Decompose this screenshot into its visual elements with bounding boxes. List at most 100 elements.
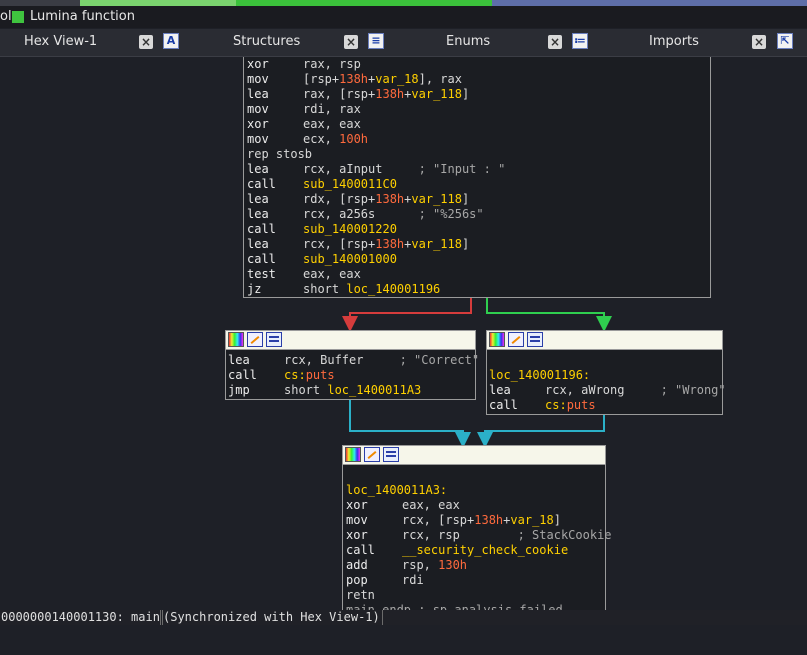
asm-line[interactable]: mov ecx, 100h [247,132,505,147]
edge-jump-correct [349,399,471,448]
asm-line[interactable]: rep stosb [247,147,505,162]
edge-true [486,298,612,332]
wrong-block[interactable]: loc_140001196: lea rcx, aWrong ; "Wrong" ca… [486,330,726,415]
operand: 138h [474,513,504,527]
asm-line[interactable]: lea rcx, aWrong ; "Wrong" [489,383,726,398]
mnemonic: lea [247,207,269,221]
operand: short [284,383,328,397]
asm-line[interactable]: test eax, eax [247,267,505,282]
asm-line[interactable]: add rsp, 130h [346,558,612,573]
operand: ] [461,237,470,251]
color-icon[interactable] [228,332,244,347]
asm-line[interactable]: xor rcx, rsp ; StackCookie [346,528,612,543]
status-bar: 0000000140001130: main (Synchronized wit… [0,610,807,625]
graph-icon[interactable] [383,447,399,462]
graph-icon[interactable] [266,332,282,347]
hex-view-icon[interactable]: A [163,33,179,49]
close-icon[interactable]: × [548,35,562,49]
color-icon[interactable] [345,447,361,462]
operand: puts [566,398,596,412]
correct-block[interactable]: lea rcx, Buffer ; "Correct" call cs:puts jmp… [225,330,479,400]
mnemonic: mov [247,132,269,146]
end-block-code: loc_1400011A3: xor eax, eax mov rcx, [rsp+13… [346,468,612,610]
operand: loc_1400011A3: [346,483,448,497]
end-block[interactable]: loc_1400011A3: xor eax, eax mov rcx, [rsp+13… [342,445,612,610]
asm-line[interactable]: call sub_140001000 [247,252,505,267]
structures-icon[interactable]: ≡ [368,33,384,49]
mnemonic: lea [247,87,269,101]
asm-line[interactable]: mov [rsp+138h+var_18], rax [247,72,505,87]
comment: ; "Correct" [399,353,480,367]
asm-line[interactable]: main endp ; sp-analysis failed [346,603,612,610]
rename-icon[interactable] [247,332,263,347]
rename-icon[interactable] [364,447,380,462]
close-icon[interactable]: × [139,35,153,49]
lumina-label: Lumina function [30,9,135,24]
asm-line[interactable]: xor eax, eax [247,117,505,132]
asm-line[interactable]: lea rax, [rsp+138h+var_118] [247,87,505,102]
asm-line[interactable]: xor eax, eax [346,498,612,513]
asm-line[interactable]: retn [346,588,612,603]
asm-line[interactable]: call __security_check_cookie [346,543,612,558]
comment: ; StackCookie [517,528,612,542]
operand: 138h [375,192,405,206]
operand: 138h [375,237,405,251]
enums-icon[interactable]: ≔ [572,33,588,49]
mnemonic: call [489,398,518,412]
mnemonic: lea [247,162,269,176]
edge-fall-wrong [477,414,605,448]
asm-line[interactable]: pop rdi [346,573,612,588]
tab-hex-view[interactable]: Hex View-1 [24,29,97,56]
operand: loc_140001196 [346,282,441,296]
asm-line[interactable]: call sub_140001220 [247,222,505,237]
asm-line[interactable]: call cs:puts [228,368,479,383]
rename-icon[interactable] [508,332,524,347]
asm-line[interactable]: loc_140001196: [489,368,726,383]
asm-line[interactable]: call sub_1400011C0 [247,177,505,192]
tab-imports[interactable]: Imports [649,29,699,56]
tab-label: Enums [446,34,491,49]
asm-line[interactable]: mov rcx, [rsp+138h+var_18] [346,513,612,528]
operand: rcx, aWrong [545,383,661,397]
asm-line[interactable] [489,353,726,368]
graph-icon[interactable] [527,332,543,347]
operand: rax, [rsp+ [303,87,376,101]
tab-enums[interactable]: Enums [446,29,490,56]
operand: rsp, [402,558,439,572]
asm-line[interactable]: jz short loc_140001196 [247,282,505,297]
operand: ] [553,513,561,527]
comment: ; "%256s" [418,207,484,221]
asm-line[interactable]: mov rdi, rax [247,102,505,117]
close-icon[interactable]: × [752,35,766,49]
close-icon[interactable]: × [344,35,358,49]
comment: main endp ; sp-analysis failed [346,603,563,610]
operand: loc_140001196: [489,368,591,382]
tab-bar: Hex View-1 × A Structures × ≡ Enums × ≔ … [0,29,807,57]
graph-view[interactable]: xor rax, rsp mov [rsp+138h+var_18], rax lea r… [0,57,807,610]
operand: rdi, rax [303,102,361,116]
operand: retn [346,588,375,602]
operand: ] [461,87,470,101]
asm-line[interactable]: jmp short loc_1400011A3 [228,383,479,398]
operand: rep stosb [247,147,313,161]
operand: puts [305,368,335,382]
asm-line[interactable]: call cs:puts [489,398,726,413]
asm-line[interactable]: loc_1400011A3: [346,483,612,498]
asm-line[interactable]: lea rcx, Buffer ; "Correct" [228,353,479,368]
asm-line[interactable]: lea rcx, aInput ; "Input : " [247,162,505,177]
mnemonic: mov [346,513,368,527]
asm-line[interactable]: lea rcx, [rsp+138h+var_118] [247,237,505,252]
asm-line[interactable]: lea rdx, [rsp+138h+var_118] [247,192,505,207]
color-icon[interactable] [489,332,505,347]
main-block[interactable]: xor rax, rsp mov [rsp+138h+var_18], rax lea r… [243,57,711,298]
asm-line[interactable] [346,468,612,483]
asm-line[interactable]: xor rax, rsp [247,57,505,72]
mnemonic: jz [247,282,262,296]
operand: rcx, a256s [303,207,419,221]
asm-line[interactable]: lea rcx, a256s ; "%256s" [247,207,505,222]
operand: var_118 [411,87,462,101]
tab-structures[interactable]: Structures [233,29,300,56]
imports-icon[interactable]: ⇱ [777,33,793,49]
block-header [487,331,722,350]
mnemonic: mov [247,102,269,116]
